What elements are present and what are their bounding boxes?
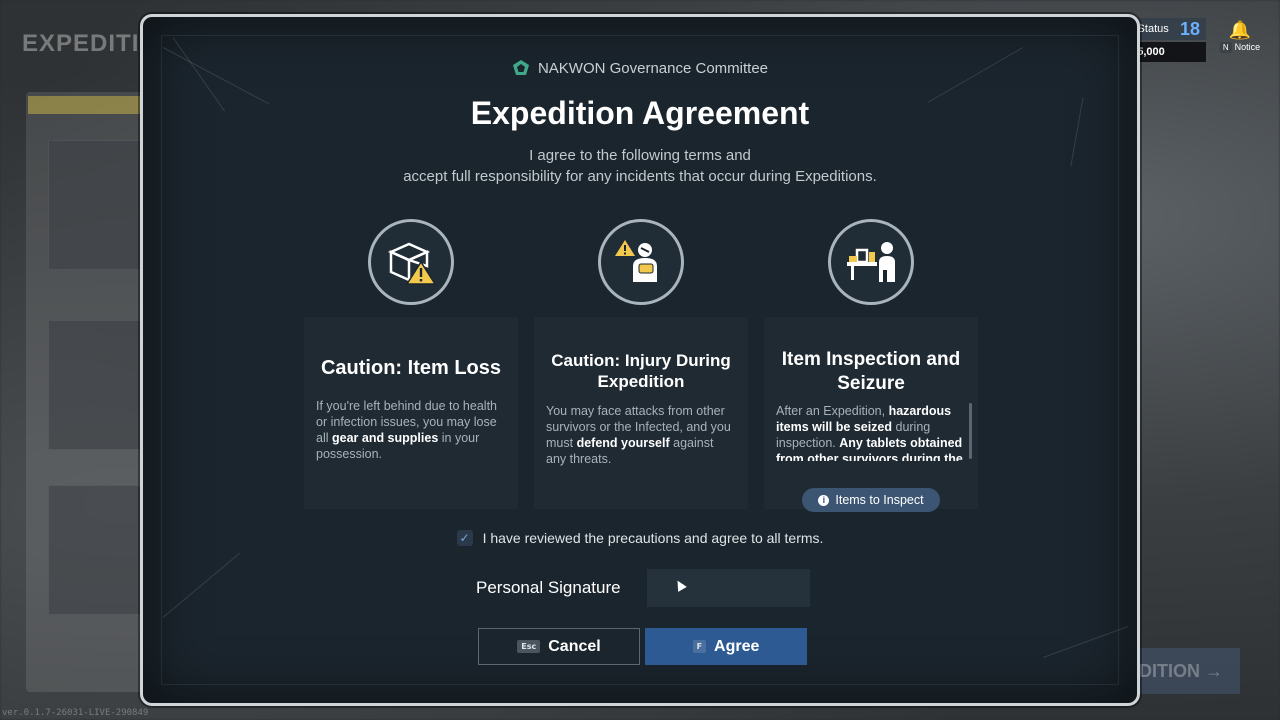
injury-icon [598,219,684,305]
bell-icon: 🔔 [1228,20,1252,40]
card-title: Item Inspection and Seizure [781,349,961,394]
agree-button-label: Agree [714,637,760,655]
citizen-status-value: 18 [1179,18,1200,39]
cancel-label: Cancel [548,637,601,655]
card-text: You may face attacks from other survivor… [546,404,731,466]
card-scrollbar[interactable] [969,403,972,459]
card-text: If you're left behind due to health or i… [316,399,497,461]
card-title: Caution: Item Loss [320,357,501,379]
info-icon: i [818,494,830,506]
crack-decoration [1042,626,1128,658]
cancel-button[interactable]: Esc Cancel [478,628,640,665]
card-item-loss: Caution: Item Loss If you're left behind… [304,207,518,509]
notice-key: N [1219,42,1232,53]
notice-button[interactable]: 🔔 N Notice [1214,18,1266,53]
agree-checkbox[interactable]: ✓ [456,530,473,546]
org-name: NAKWON Governance Committee [537,59,769,77]
esc-key-hint: Esc [517,640,541,653]
subtitle-line: accept full responsibility for any incid… [403,168,877,185]
signature-input[interactable] [647,569,810,607]
org-header: NAKWON Governance Committee [143,59,1137,77]
background-chip [28,96,148,114]
card-title: Caution: Injury During Expedition [551,351,731,391]
subtitle: I agree to the following terms and accep… [143,145,1137,187]
page-title: Expedition Agreement [470,95,810,131]
notice-label: Notice [1234,42,1261,52]
f-key-hint: F [692,640,707,653]
card-injury: Caution: Injury During Expedition You ma… [534,207,748,509]
agree-label: I have reviewed the precautions and agre… [482,530,824,546]
expedition-agreement-modal: NAKWON Governance Committee Expedition A… [140,14,1140,706]
version-label: ver.0.1.7-26031-LIVE-290849 [2,708,149,718]
agree-checkbox-row[interactable]: ✓ I have reviewed the precautions and ag… [143,530,1137,546]
card-text[interactable]: After an Expedition, hazardous items wil… [776,403,964,461]
signature-label: Personal Signature [476,578,621,597]
inspection-icon [828,219,914,305]
items-to-inspect-label: Items to Inspect [835,493,924,507]
items-to-inspect-button[interactable]: i Items to Inspect [802,488,940,512]
crack-decoration [162,552,240,618]
subtitle-line: I agree to the following terms and [529,147,751,164]
item-loss-icon [368,219,454,305]
nakwon-logo-icon [512,60,529,75]
caution-cards: Caution: Item Loss If you're left behind… [304,207,978,512]
background-title: EXPEDITI [22,30,140,57]
card-inspection: Item Inspection and Seizure After an Exp… [764,207,978,512]
agree-button[interactable]: F Agree [645,628,807,665]
